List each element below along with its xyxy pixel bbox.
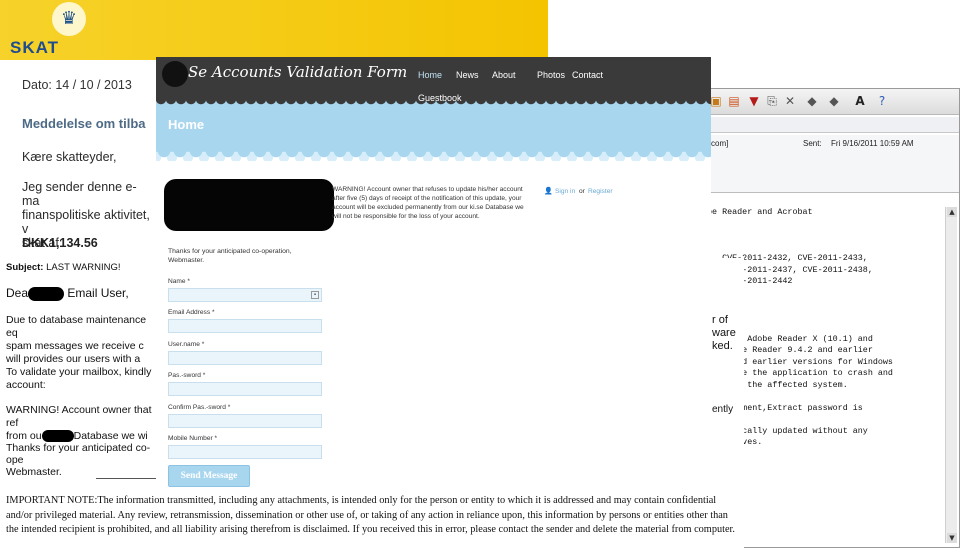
skat-date: Dato: 14 / 10 / 2013 bbox=[22, 78, 132, 92]
form-thanks-text: Thanks for your anticipated co-operation… bbox=[168, 248, 292, 264]
sign-in-link[interactable]: Sign in bbox=[555, 188, 575, 195]
username-input[interactable] bbox=[168, 351, 322, 365]
form-warning-text: WARNING! Account owner that refuses to u… bbox=[332, 186, 524, 220]
redaction-mark bbox=[28, 286, 65, 301]
field-widget-icon[interactable]: ▪ bbox=[311, 291, 319, 299]
subject-label: Subject: bbox=[6, 262, 44, 273]
mobile-input[interactable] bbox=[168, 445, 322, 459]
email-input[interactable] bbox=[168, 319, 322, 333]
skat-banner: ♛ SKAT bbox=[0, 0, 548, 60]
greeting-start: Dea bbox=[6, 286, 29, 300]
toolbar-next-icon[interactable]: ◆ bbox=[827, 94, 841, 108]
toolbar-delete-icon[interactable]: ✕ bbox=[783, 94, 797, 108]
paragraph-line: account: bbox=[6, 379, 46, 391]
mobile-label: Mobile Number * bbox=[168, 435, 218, 442]
page-title: Home bbox=[168, 117, 205, 132]
warning-paragraph-4: Thanks for your anticipated co-ope Webma… bbox=[6, 442, 156, 478]
warning-paragraph-3: WARNING! Account owner that ref from ou D… bbox=[6, 404, 156, 443]
email-from-fragment: com] bbox=[711, 139, 729, 148]
toolbar-help-icon[interactable]: ? bbox=[875, 94, 889, 108]
paragraph-line: spam messages we receive c bbox=[6, 340, 144, 352]
warning-greeting: Dea Email User, bbox=[6, 286, 129, 301]
toolbar-prev-icon[interactable]: ◆ bbox=[805, 94, 819, 108]
nav-contact[interactable]: Contact bbox=[572, 70, 603, 80]
warning-paragraph-2: To validate your mailbox, kindly account… bbox=[6, 366, 154, 392]
nav-home[interactable]: Home bbox=[418, 70, 442, 80]
subject-value: LAST WARNING! bbox=[46, 262, 121, 273]
username-label: User.name * bbox=[168, 341, 205, 348]
toolbar-font-icon[interactable]: A bbox=[853, 94, 867, 108]
advisory-line bbox=[707, 230, 943, 242]
email-sent-value: Fri 9/16/2011 10:59 AM bbox=[831, 139, 914, 148]
paragraph-line: WARNING! Account owner that ref bbox=[6, 404, 152, 429]
site-title[interactable]: Se Accounts Validation Form bbox=[188, 63, 407, 81]
redaction-mark bbox=[162, 61, 188, 87]
paragraph-line: To validate your mailbox, kindly bbox=[6, 366, 152, 378]
redaction-mark bbox=[164, 179, 334, 231]
warning-right-fragment-lower: ently bbox=[712, 404, 734, 415]
send-message-button[interactable]: Send Message bbox=[168, 465, 250, 487]
warning-subject: Subject: LAST WARNING! bbox=[6, 262, 121, 273]
fragment: r of bbox=[712, 314, 728, 326]
register-link[interactable]: Register bbox=[588, 188, 613, 195]
important-note: IMPORTANT NOTE:The information transmitt… bbox=[6, 495, 735, 535]
skat-paragraph-line: Jeg sender denne e-ma bbox=[22, 180, 137, 208]
nav-about[interactable]: About bbox=[492, 70, 516, 80]
email-scrollbar[interactable]: ▲ ▼ bbox=[945, 207, 957, 543]
skat-heading: Meddelelse om tilba bbox=[22, 116, 146, 131]
hero-wave-border bbox=[156, 147, 711, 161]
skat-greeting: Kære skatteyder, bbox=[22, 150, 117, 164]
paragraph-line: Thanks for your anticipated co-ope bbox=[6, 442, 151, 466]
toolbar-print-icon[interactable]: ▤ bbox=[727, 94, 741, 108]
toolbar-open-icon[interactable]: ▣ bbox=[709, 94, 723, 108]
redaction-mark bbox=[41, 430, 74, 443]
skat-amount: DKK1,134.56 bbox=[22, 236, 98, 250]
line-start: from ou bbox=[6, 430, 42, 442]
fragment: ked. bbox=[712, 340, 733, 352]
warning-right-fragments: r of ware ked. bbox=[712, 314, 736, 353]
nav-photos[interactable]: Photos bbox=[537, 70, 565, 80]
skat-crown-icon: ♛ bbox=[52, 2, 86, 36]
nav-guestbook[interactable]: Guestbook bbox=[418, 93, 462, 103]
password-input[interactable] bbox=[168, 382, 322, 396]
user-icon: 👤 bbox=[544, 187, 553, 195]
advisory-line bbox=[707, 242, 943, 254]
confirm-password-input[interactable] bbox=[168, 414, 322, 428]
advisory-line bbox=[707, 219, 943, 231]
greeting-end: Email User, bbox=[64, 286, 129, 300]
skat-paragraph-line: finanspolitiske aktivitet, v bbox=[22, 208, 150, 236]
skat-logo: SKAT bbox=[10, 38, 60, 57]
email-label: Email Address * bbox=[168, 309, 215, 316]
paragraph-line: will provides our users with a bbox=[6, 353, 141, 365]
email-sent-label: Sent: bbox=[803, 139, 822, 148]
toolbar-flag-icon[interactable]: ▼ bbox=[747, 94, 761, 108]
signature-divider bbox=[96, 478, 156, 479]
warning-paragraph-1: Due to database maintenance eq spam mess… bbox=[6, 314, 154, 366]
paragraph-line: Webmaster. bbox=[6, 466, 62, 478]
sign-in-separator: or bbox=[579, 188, 585, 195]
scroll-up-icon[interactable]: ▲ bbox=[947, 207, 957, 217]
name-input[interactable]: ▪ bbox=[168, 288, 322, 302]
toolbar-move-icon[interactable]: ⎘ bbox=[765, 94, 779, 108]
scroll-down-icon[interactable]: ▼ bbox=[947, 533, 957, 543]
paragraph-line: Due to database maintenance eq bbox=[6, 314, 147, 339]
advisory-line: be Reader and Acrobat bbox=[707, 207, 813, 217]
confirm-password-label: Confirm Pas.-sword * bbox=[168, 404, 231, 411]
password-label: Pas.-sword * bbox=[168, 372, 206, 379]
nav-news[interactable]: News bbox=[456, 70, 479, 80]
line-end: Database we wi bbox=[73, 430, 148, 442]
name-label: Name * bbox=[168, 278, 190, 285]
fragment: ware bbox=[712, 327, 736, 339]
validation-form-page: Se Accounts Validation Form Home News Ab… bbox=[156, 57, 711, 491]
